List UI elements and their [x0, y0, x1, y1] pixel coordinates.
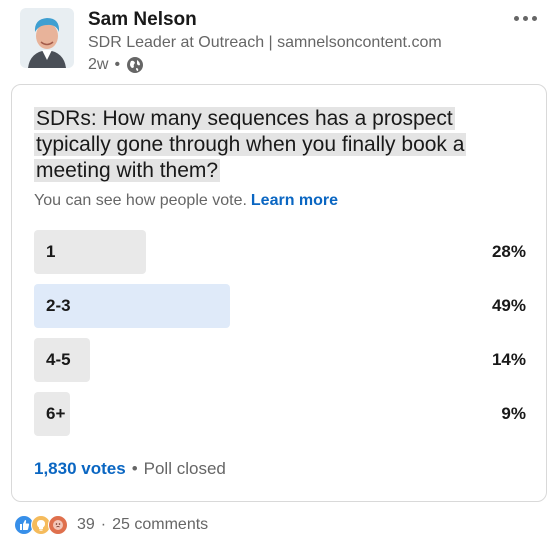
poll-option-percent: 14% [491, 350, 526, 369]
more-options-button[interactable] [508, 6, 542, 30]
ellipsis-icon [531, 15, 537, 21]
poll-option[interactable]: 6+ 9% [34, 392, 526, 436]
ellipsis-icon [513, 15, 519, 21]
poll-option-percent: 9% [501, 404, 526, 423]
author-headline: SDR Leader at Outreach | samnelsonconten… [88, 34, 442, 51]
vote-note-text: You can see how people vote. [34, 192, 247, 209]
poll-status: Poll closed [143, 459, 226, 478]
reaction-count[interactable]: 39 [77, 516, 95, 534]
poll-footer: 1,830 votes • Poll closed [34, 459, 226, 479]
poll-option[interactable]: 4-5 14% [34, 338, 526, 382]
social-separator: · [100, 516, 107, 533]
poll-question: SDRs: How many sequences has a prospect … [34, 106, 524, 184]
poll-option-label: 4-5 [46, 350, 71, 369]
social-counts: 39 · 25 comments [14, 515, 208, 535]
poll-option[interactable]: 1 28% [34, 230, 526, 274]
comments-count[interactable]: 25 comments [112, 516, 208, 534]
footer-separator: • [131, 459, 138, 478]
poll-option-percent: 49% [491, 296, 526, 315]
globe-icon [126, 56, 144, 74]
learn-more-link[interactable]: Learn more [251, 192, 338, 209]
avatar[interactable] [20, 8, 74, 68]
ellipsis-icon [522, 15, 528, 21]
poll-option-percent: 28% [491, 242, 526, 261]
poll-question-text: SDRs: How many sequences has a prospect … [34, 107, 467, 182]
poll-option-label: 6+ [46, 404, 66, 423]
vote-visibility-note: You can see how people vote. Learn more [34, 192, 338, 210]
vote-count-link[interactable]: 1,830 votes [34, 459, 126, 479]
post-meta: 2w • [88, 56, 144, 74]
poll-option-label: 2-3 [46, 296, 71, 315]
curious-icon[interactable] [48, 515, 68, 535]
post-header: Sam Nelson SDR Leader at Outreach | samn… [0, 0, 556, 80]
poll-card: SDRs: How many sequences has a prospect … [11, 84, 547, 502]
post-age: 2w [88, 56, 109, 73]
poll-option[interactable]: 2-3 49% [34, 284, 526, 328]
meta-separator: • [114, 56, 121, 73]
poll-option-label: 1 [46, 242, 56, 261]
author-name[interactable]: Sam Nelson [88, 9, 197, 31]
